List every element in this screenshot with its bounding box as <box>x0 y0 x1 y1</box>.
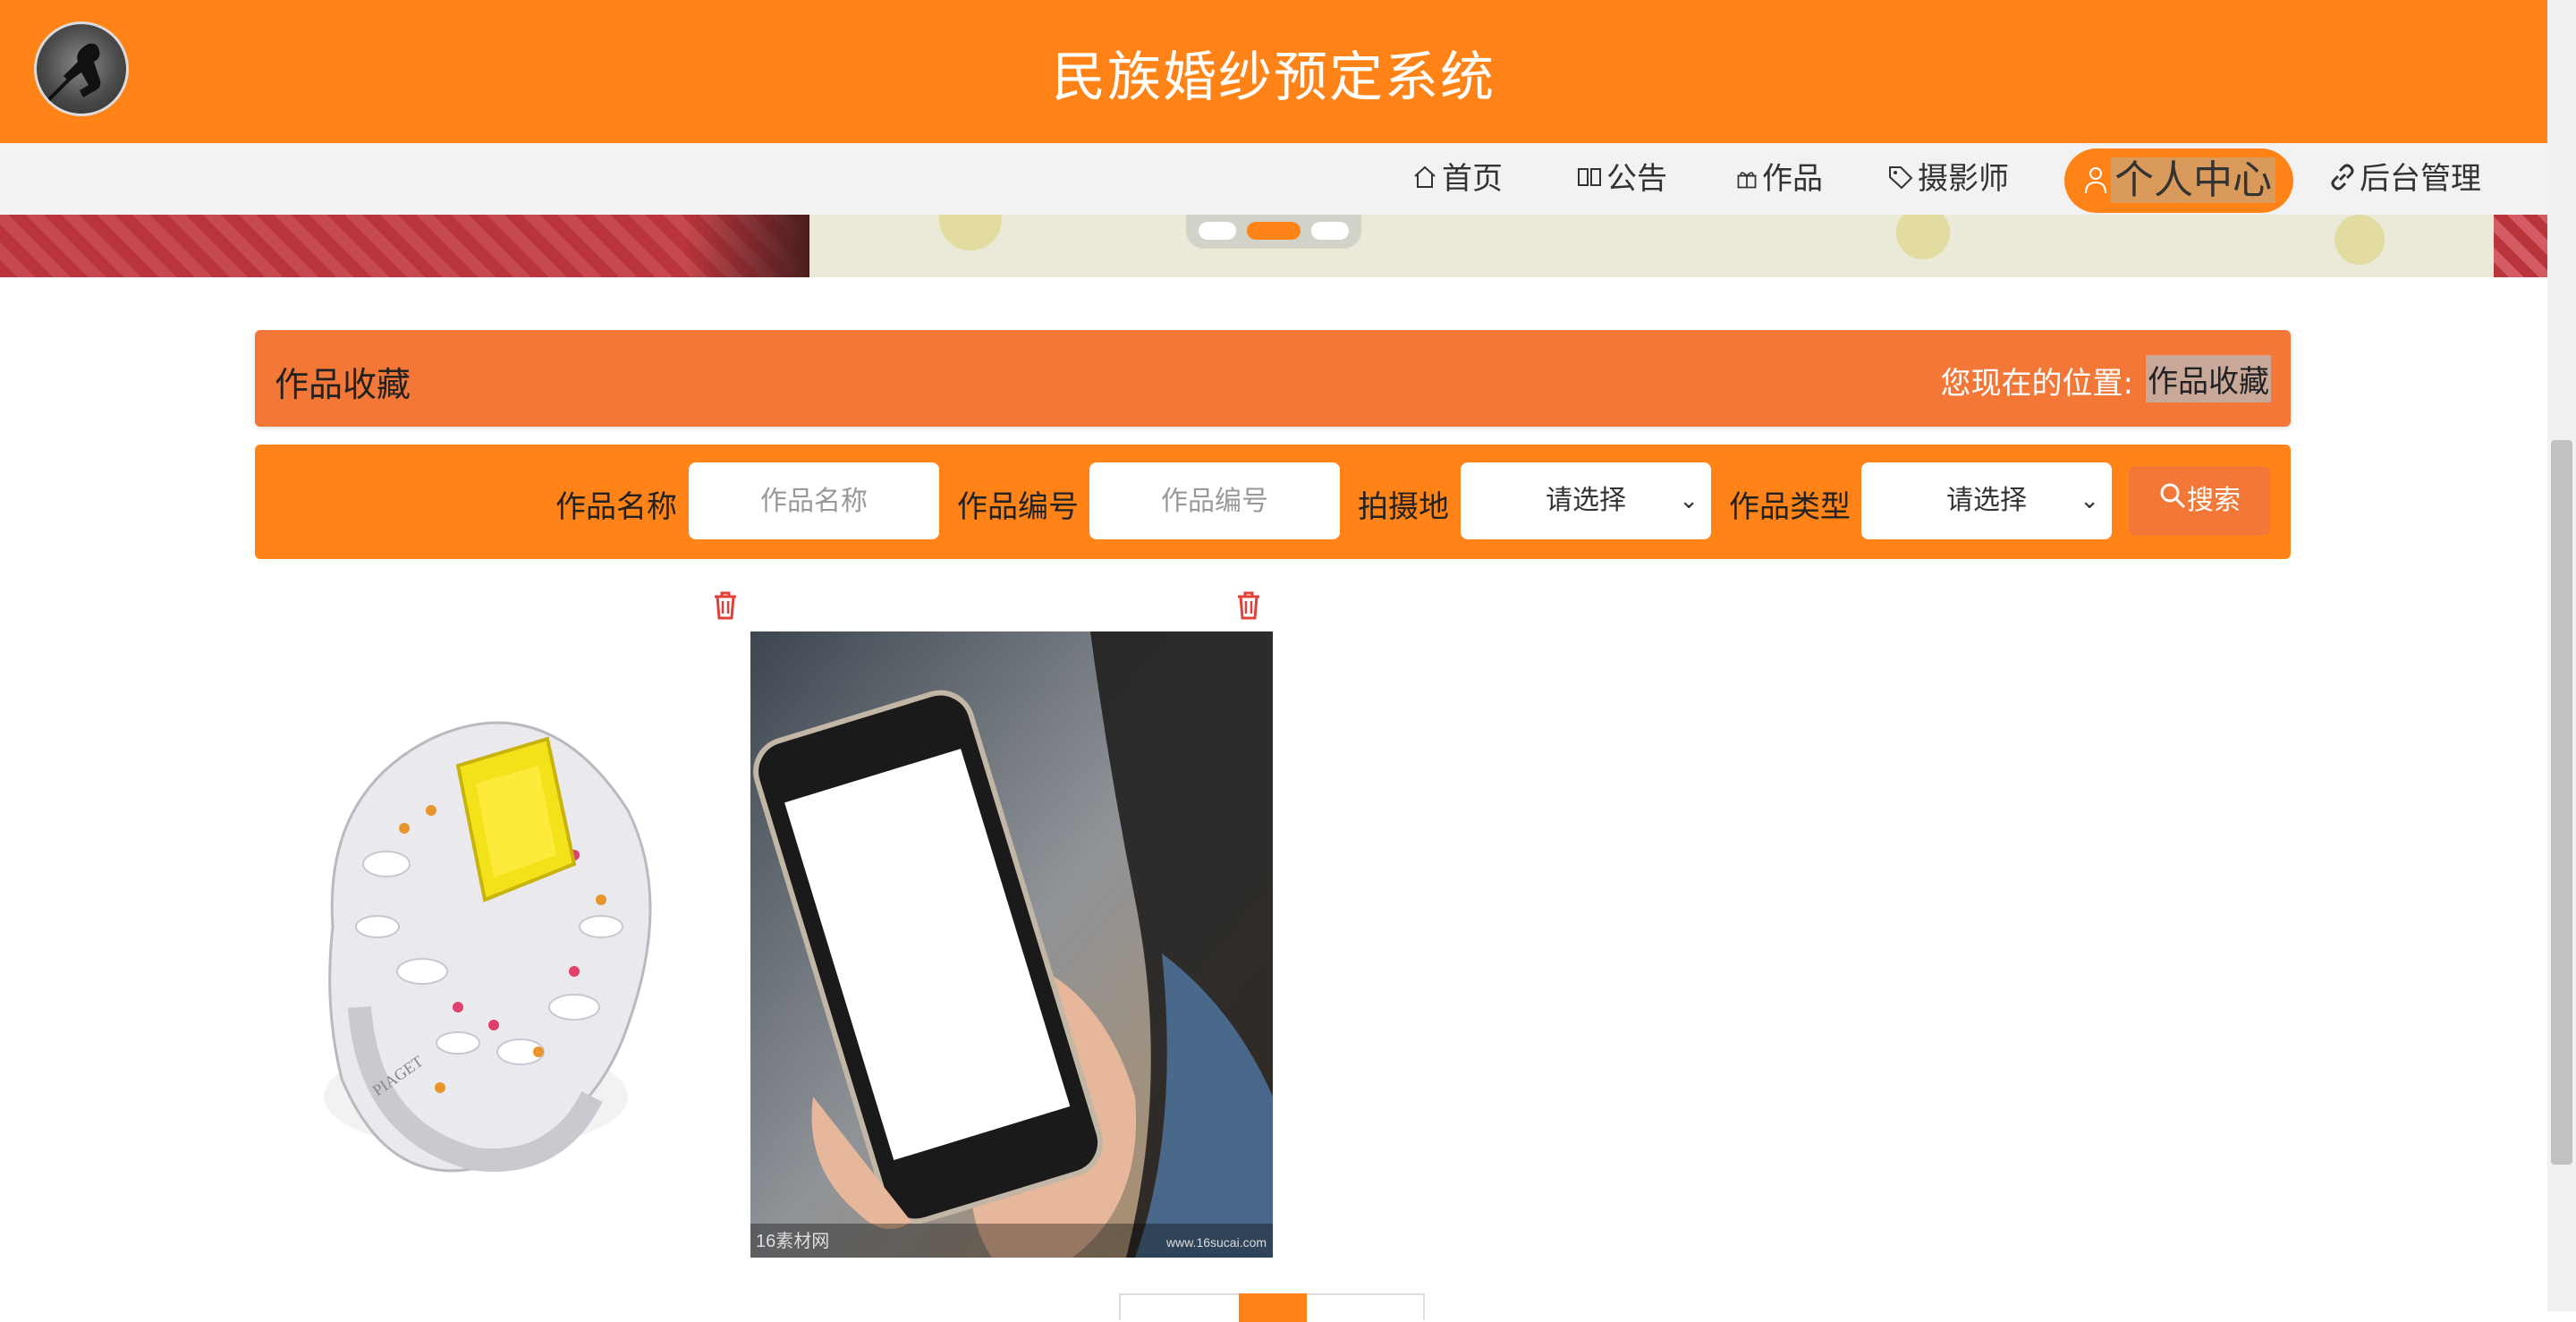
place-select[interactable]: 请选择 ⌄ <box>1461 462 1711 539</box>
nav-item-label: 公告 <box>1606 161 1667 197</box>
chevron-down-icon: ⌄ <box>1679 487 1699 514</box>
banner-image-left <box>0 215 809 277</box>
breadcrumb-current[interactable]: 作品收藏 <box>2146 355 2271 403</box>
nav-item-personal-center[interactable]: 个人中心 <box>2064 148 2293 213</box>
favorite-item-image[interactable]: 16素材网 www.16sucai.com <box>750 631 1273 1258</box>
trash-icon[interactable] <box>712 590 739 621</box>
code-input[interactable] <box>1089 462 1340 539</box>
chevron-down-icon: ⌄ <box>2080 487 2099 514</box>
top-header: 民族婚纱预定系统 <box>0 0 2547 143</box>
book-icon <box>1576 157 1603 204</box>
banner-decoration <box>2334 215 2385 265</box>
watermark-right: www.16sucai.com <box>1165 1235 1267 1250</box>
page-title-bar: 作品收藏 您现在的位置: 作品收藏 <box>255 330 2291 427</box>
name-input[interactable] <box>689 462 939 539</box>
name-label: 作品名称 <box>555 489 677 525</box>
tag-icon <box>1887 157 1914 204</box>
place-select-value: 请选择 <box>1546 485 1626 516</box>
favorite-item-image[interactable]: PIAGET <box>252 631 699 1258</box>
search-button-label: 搜索 <box>2187 485 2241 516</box>
nav-item-label: 个人中心 <box>2111 157 2275 203</box>
carousel-dot[interactable] <box>1311 222 1349 240</box>
type-label: 作品类型 <box>1729 489 1851 525</box>
nav-item-home[interactable]: 首页 <box>1411 156 1503 202</box>
banner-image-right <box>2494 215 2547 277</box>
scrollbar-thumb[interactable] <box>2551 440 2572 1165</box>
search-icon <box>2158 467 2187 537</box>
nav-item-label: 首页 <box>1442 161 1503 197</box>
scrollbar[interactable] <box>2547 0 2576 1311</box>
nav-item-notice[interactable]: 公告 <box>1576 156 1667 202</box>
nav-item-works[interactable]: 作品 <box>1735 156 1823 202</box>
carousel-dot[interactable] <box>1199 222 1236 240</box>
nav-item-photographer[interactable]: 摄影师 <box>1887 156 2009 202</box>
carousel-dot-active[interactable] <box>1247 222 1301 240</box>
gift-icon <box>1735 157 1758 204</box>
type-select[interactable]: 请选择 ⌄ <box>1861 462 2112 539</box>
pagination-current-page[interactable] <box>1239 1293 1307 1322</box>
home-icon <box>1411 157 1438 204</box>
search-bar: 作品名称 作品编号 拍摄地 请选择 ⌄ 作品类型 请选择 ⌄ 搜索 <box>255 445 2291 559</box>
breadcrumb-label: 您现在的位置: <box>1940 366 2133 402</box>
watermark-left: 16素材网 <box>756 1231 829 1251</box>
nav-item-label: 作品 <box>1762 161 1823 197</box>
search-button[interactable]: 搜索 <box>2129 466 2270 536</box>
site-title: 民族婚纱预定系统 <box>1052 47 1496 109</box>
trash-icon[interactable] <box>1235 590 1262 621</box>
pagination <box>1119 1293 1425 1322</box>
carousel-indicators <box>1186 215 1361 249</box>
user-icon <box>2084 150 2107 215</box>
nav-bar: 首页 公告 作品 摄影师 个人中心 后台管理 <box>0 143 2547 215</box>
banner-decoration <box>939 215 1002 250</box>
nav-item-label: 后台管理 <box>2360 161 2481 197</box>
banner-decoration <box>1896 215 1950 259</box>
place-label: 拍摄地 <box>1358 489 1449 525</box>
type-select-value: 请选择 <box>1946 485 2027 516</box>
link-icon <box>2329 157 2356 204</box>
code-label: 作品编号 <box>957 489 1079 525</box>
page-title: 作品收藏 <box>275 365 411 404</box>
nav-item-admin[interactable]: 后台管理 <box>2329 156 2481 202</box>
nav-item-label: 摄影师 <box>1918 161 2009 197</box>
